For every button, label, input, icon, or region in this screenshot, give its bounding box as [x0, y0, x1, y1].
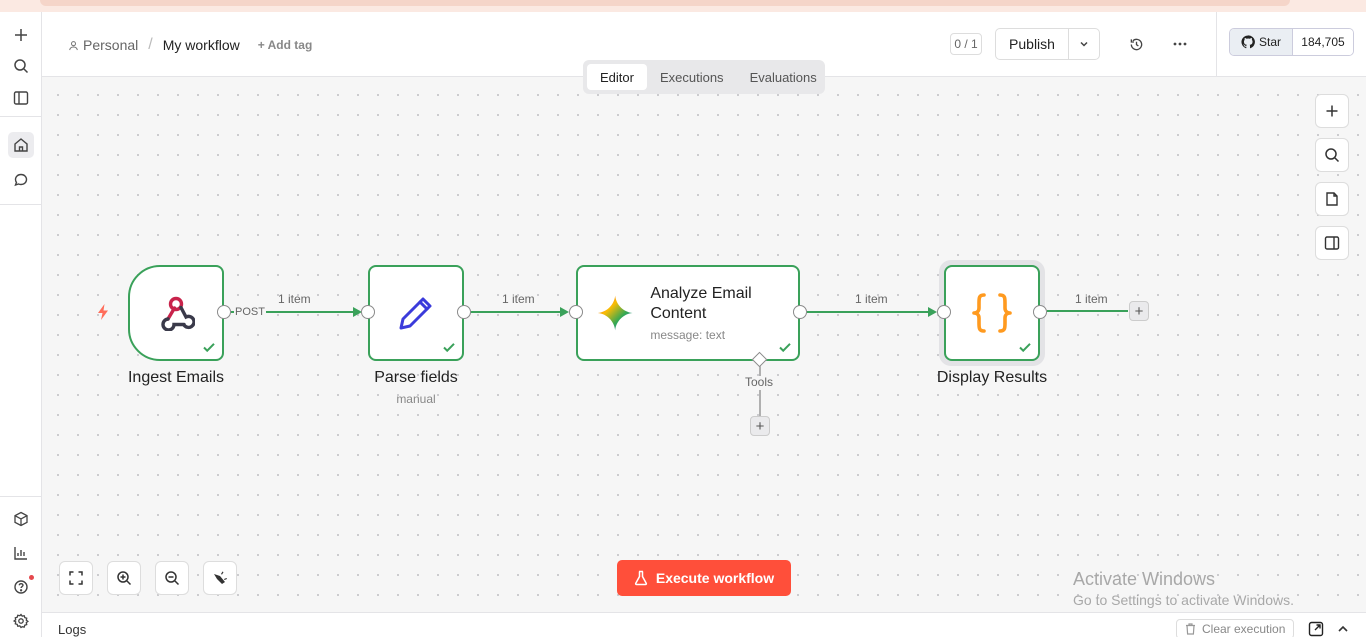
watermark-line-2: Go to Settings to activate Windows.: [1073, 592, 1294, 608]
chevron-up-icon[interactable]: [1336, 622, 1350, 636]
canvas-search-button[interactable]: [1315, 138, 1349, 172]
breadcrumb-personal[interactable]: Personal: [83, 37, 138, 53]
input-handle-parse[interactable]: [361, 305, 375, 319]
input-handle-display[interactable]: [937, 305, 951, 319]
workflow-name[interactable]: My workflow: [163, 37, 240, 53]
tab-executions[interactable]: Executions: [647, 64, 737, 90]
add-node-button[interactable]: [1315, 94, 1349, 128]
home-icon[interactable]: [8, 132, 34, 158]
clear-execution-label: Clear execution: [1202, 622, 1286, 636]
edge-label-post: POST: [234, 306, 266, 318]
trigger-bolt-icon: [98, 304, 108, 320]
cube-icon[interactable]: [8, 506, 34, 532]
view-tabs: Editor Executions Evaluations: [583, 60, 825, 94]
add-tool-button[interactable]: +: [750, 416, 770, 436]
zoom-in-button[interactable]: [107, 561, 141, 595]
history-icon[interactable]: [1126, 34, 1146, 54]
header-divider: [1216, 12, 1217, 76]
node-title-parse: Parse fields: [374, 369, 458, 386]
node-display-results[interactable]: [944, 265, 1040, 361]
tidy-up-button[interactable]: [203, 561, 237, 595]
output-handle-ingest[interactable]: [217, 305, 231, 319]
version-counter: 0 / 1: [950, 33, 982, 55]
pop-out-icon[interactable]: [1308, 621, 1324, 637]
tab-editor[interactable]: Editor: [587, 64, 647, 90]
zoom-out-icon: [165, 571, 180, 586]
node-analyze-email[interactable]: Analyze Email Content message: text: [576, 265, 800, 361]
tab-evaluations[interactable]: Evaluations: [737, 64, 830, 90]
sticky-note-button[interactable]: [1315, 182, 1349, 216]
node-title-display: Display Results: [936, 369, 1048, 386]
search-icon[interactable]: [8, 53, 34, 79]
github-star-count[interactable]: 184,705: [1293, 29, 1353, 55]
edge-label-2: 1 item: [502, 292, 535, 306]
node-ingest-emails[interactable]: [128, 265, 224, 361]
note-icon: [1326, 192, 1338, 206]
plus-icon[interactable]: [8, 22, 34, 48]
breadcrumb: Personal / My workflow + Add tag: [68, 36, 312, 54]
success-check-icon: [1019, 343, 1031, 353]
logs-panel-bar[interactable]: Logs Clear execution: [42, 612, 1366, 637]
node-parse-fields[interactable]: [368, 265, 464, 361]
github-star-label: Star: [1258, 35, 1281, 49]
tools-label: Tools: [745, 375, 774, 389]
node-subtitle-analyze: message: text: [650, 328, 726, 342]
webhook-icon: [161, 296, 195, 331]
clear-execution-button[interactable]: Clear execution: [1176, 619, 1295, 637]
code-braces-icon: [972, 293, 1012, 333]
browser-top-strip: [0, 0, 1366, 12]
add-next-node-button[interactable]: +: [1129, 301, 1149, 321]
add-tag-button[interactable]: + Add tag: [258, 38, 313, 52]
plus-icon: [1326, 105, 1338, 117]
output-handle-analyze[interactable]: [793, 305, 807, 319]
panel-right-icon: [1324, 236, 1340, 250]
left-sidebar: [0, 12, 42, 637]
toggle-panel-button[interactable]: [1315, 226, 1349, 260]
panel-icon[interactable]: [8, 85, 34, 111]
publish-button[interactable]: Publish: [995, 28, 1069, 60]
user-icon: [69, 40, 78, 50]
execute-workflow-button[interactable]: Execute workflow: [617, 560, 791, 596]
notification-dot: [29, 575, 34, 580]
trash-icon: [1186, 623, 1195, 635]
logs-label[interactable]: Logs: [58, 622, 86, 637]
edge-label-4: 1 item: [1075, 292, 1108, 306]
publish-dropdown-button[interactable]: [1068, 28, 1100, 60]
pencil-icon: [399, 297, 432, 330]
github-star-button[interactable]: Star: [1230, 29, 1293, 55]
github-star-widget[interactable]: Star 184,705: [1229, 28, 1354, 56]
success-check-icon: [779, 343, 791, 353]
execute-workflow-label: Execute workflow: [655, 570, 775, 586]
output-handle-display[interactable]: [1033, 305, 1047, 319]
activate-windows-watermark: Activate Windows Go to Settings to activ…: [1073, 569, 1294, 608]
search-icon: [1325, 148, 1340, 163]
fit-view-button[interactable]: [59, 561, 93, 595]
zoom-in-icon: [117, 571, 132, 586]
node-title-ingest: Ingest Emails: [127, 369, 225, 386]
success-check-icon: [443, 343, 455, 353]
node-title-analyze: Analyze Email Content: [650, 285, 752, 322]
settings-icon[interactable]: [8, 608, 34, 634]
more-options-icon[interactable]: [1170, 34, 1190, 54]
chart-icon[interactable]: [8, 540, 34, 566]
output-handle-parse[interactable]: [457, 305, 471, 319]
flask-icon: [634, 570, 647, 586]
github-icon: [1241, 35, 1255, 49]
broom-icon: [214, 571, 227, 584]
zoom-out-button[interactable]: [155, 561, 189, 595]
edge-label-3: 1 item: [855, 292, 888, 306]
fit-view-icon: [69, 571, 83, 585]
success-check-icon: [203, 343, 215, 353]
breadcrumb-separator: /: [148, 36, 153, 53]
node-subtitle-parse: manual: [396, 392, 436, 406]
input-handle-analyze[interactable]: [569, 305, 583, 319]
gemini-sparkle-icon: [597, 295, 633, 331]
chat-icon[interactable]: [8, 167, 34, 193]
chevron-down-icon: [1080, 41, 1088, 47]
edge-label-1: 1 item: [278, 292, 311, 306]
watermark-line-1: Activate Windows: [1073, 569, 1216, 589]
